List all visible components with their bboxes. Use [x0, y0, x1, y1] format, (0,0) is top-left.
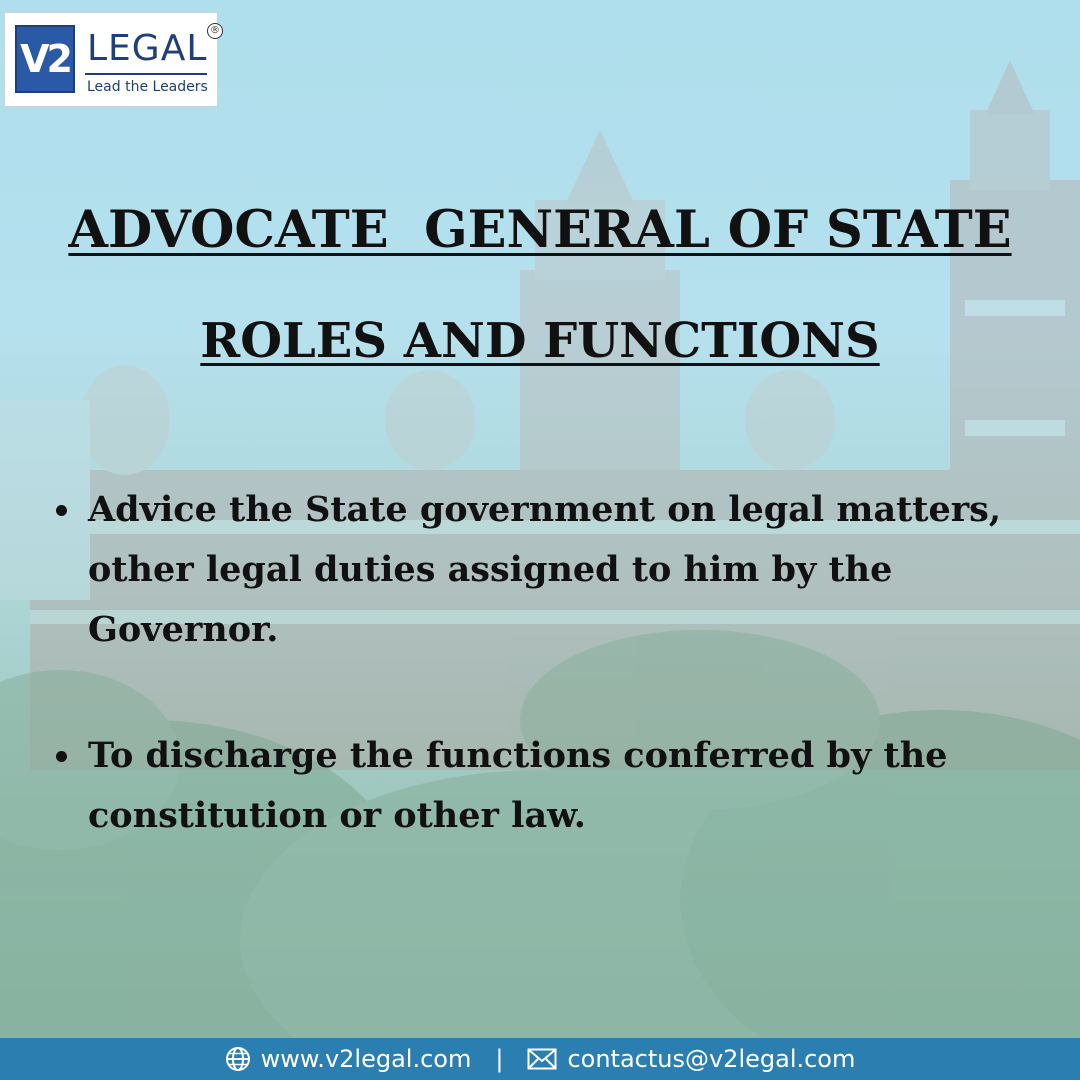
list-item: Advice the State government on legal mat…	[56, 480, 1061, 660]
functions-list: Advice the State government on legal mat…	[56, 480, 1061, 846]
bullet-icon	[56, 505, 67, 516]
footer-separator: |	[495, 1045, 504, 1073]
list-item-text: Advice the State government on legal mat…	[88, 489, 1002, 650]
website-link[interactable]: www.v2legal.com	[225, 1045, 472, 1073]
registered-mark: ®	[207, 23, 223, 39]
main-title: ADVOCATE GENERAL OF STATE	[68, 200, 1012, 260]
website-text: www.v2legal.com	[260, 1045, 472, 1073]
logo-tagline: Lead the Leaders	[87, 79, 208, 95]
logo-wordmark: LEGAL	[87, 28, 208, 69]
v2-legal-logo[interactable]: V2 LEGAL Lead the Leaders ®	[4, 12, 223, 107]
logo-divider	[85, 73, 207, 75]
logo-mark: V2	[15, 25, 75, 93]
bullet-icon	[56, 751, 67, 762]
email-text: contactus@v2legal.com	[567, 1045, 856, 1073]
globe-icon	[225, 1047, 250, 1071]
list-item-text: To discharge the functions conferred by …	[88, 735, 948, 836]
list-item: To discharge the functions conferred by …	[56, 726, 1061, 846]
mail-icon	[527, 1048, 557, 1070]
contact-footer: www.v2legal.com | contactus@v2legal.com	[0, 1038, 1080, 1080]
subtitle: ROLES AND FUNCTIONS	[200, 313, 880, 369]
email-link[interactable]: contactus@v2legal.com	[527, 1045, 855, 1073]
